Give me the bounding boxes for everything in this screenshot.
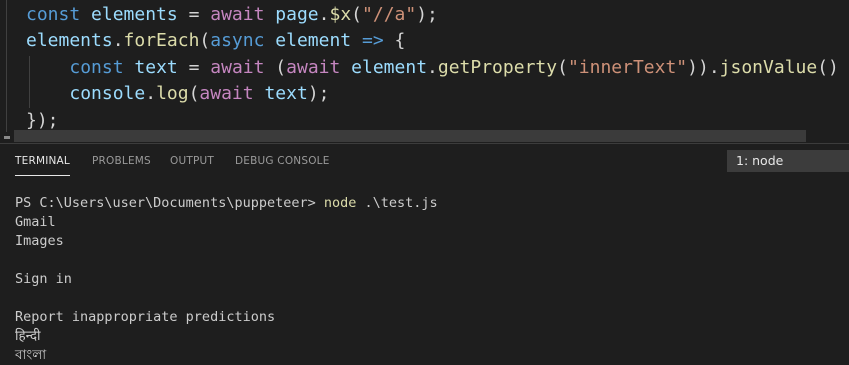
code-token: ); <box>307 83 330 104</box>
tab-debug-console[interactable]: DEBUG CONSOLE <box>235 144 330 180</box>
code-token: ( <box>264 57 287 78</box>
terminal-output-line: Gmail <box>15 214 56 230</box>
code-token: ( <box>351 4 363 25</box>
tab-terminal-label: TERMINAL <box>15 155 70 167</box>
code-token: element <box>275 30 352 51</box>
terminal-output-line: Sign in <box>15 271 72 287</box>
code-token: log <box>156 83 189 104</box>
code-token: . <box>427 57 438 78</box>
code-token: async <box>210 30 265 51</box>
code-token: ( <box>557 57 568 78</box>
terminal-select-value: 1: node <box>736 153 784 168</box>
horizontal-scrollbar[interactable] <box>14 130 806 142</box>
code-token: jsonValue <box>719 57 818 78</box>
code-token: console <box>69 83 146 104</box>
tab-terminal[interactable]: TERMINAL <box>15 144 70 180</box>
tab-output-label: OUTPUT <box>170 155 214 167</box>
active-tab-indicator <box>15 175 70 176</box>
code-token: "innerText" <box>567 57 688 78</box>
code-token: }); <box>26 110 59 131</box>
terminal-command-args: .\test.js <box>356 195 438 211</box>
terminal-command: node <box>323 195 357 211</box>
code-token: () <box>817 57 839 78</box>
code-token: )). <box>687 57 720 78</box>
code-token: . <box>112 30 124 51</box>
scroll-marker-icon <box>4 136 10 139</box>
terminal-prompt: PS C:\Users\user\Documents\puppeteer> <box>15 195 324 211</box>
code-token: ); <box>416 4 438 25</box>
terminal-output-line: Images <box>15 233 64 249</box>
code-token: await <box>210 4 265 25</box>
code-token: element <box>351 57 428 78</box>
terminal-select-dropdown[interactable]: 1: node <box>727 150 849 172</box>
code-token: elements <box>91 4 178 25</box>
tab-problems[interactable]: PROBLEMS <box>92 144 151 180</box>
code-token: text <box>134 57 178 78</box>
code-token: ( <box>188 83 200 104</box>
code-token: forEach <box>123 30 200 51</box>
code-line: elements.forEach(async element => { <box>26 27 405 54</box>
terminal-output-line: বাংলা <box>15 347 47 363</box>
code-token: elements <box>26 30 113 51</box>
code-token: ( <box>199 30 211 51</box>
code-line: console.log(await text); <box>26 80 330 107</box>
code-token: "//a" <box>362 4 417 25</box>
code-token: => <box>361 30 384 51</box>
code-token: $x <box>329 4 352 25</box>
tab-output[interactable]: OUTPUT <box>170 144 214 180</box>
code-token: { <box>383 30 406 51</box>
code-token: await <box>286 57 341 78</box>
terminal-output-line: हिन्दी <box>15 328 41 344</box>
code-line: const text = await (await element.getPro… <box>26 54 839 81</box>
gutter-line <box>6 0 7 132</box>
code-token: getProperty <box>437 57 558 78</box>
code-token: await <box>199 83 254 104</box>
panel-tabs: TERMINAL PROBLEMS OUTPUT DEBUG CONSOLE <box>0 144 700 180</box>
bottom-panel: TERMINAL PROBLEMS OUTPUT DEBUG CONSOLE 1… <box>0 143 849 363</box>
code-token: page <box>275 4 319 25</box>
tab-problems-label: PROBLEMS <box>92 155 151 167</box>
code-token: . <box>318 4 330 25</box>
code-token: await <box>210 57 265 78</box>
code-line: const elements = await page.$x("//a"); <box>26 1 438 28</box>
tab-debug-console-label: DEBUG CONSOLE <box>235 155 330 167</box>
code-token: const <box>26 4 81 25</box>
code-token: = <box>177 57 211 78</box>
terminal-prompt-line: PS C:\Users\user\Documents\puppeteer> no… <box>15 194 438 213</box>
code-token: = <box>177 4 211 25</box>
terminal-output-line: Report inappropriate predictions <box>15 309 276 325</box>
code-token: const <box>69 57 124 78</box>
code-token: text <box>264 83 308 104</box>
code-token: . <box>145 83 157 104</box>
code-editor[interactable]: const elements = await page.$x("//a"); el… <box>0 0 849 143</box>
